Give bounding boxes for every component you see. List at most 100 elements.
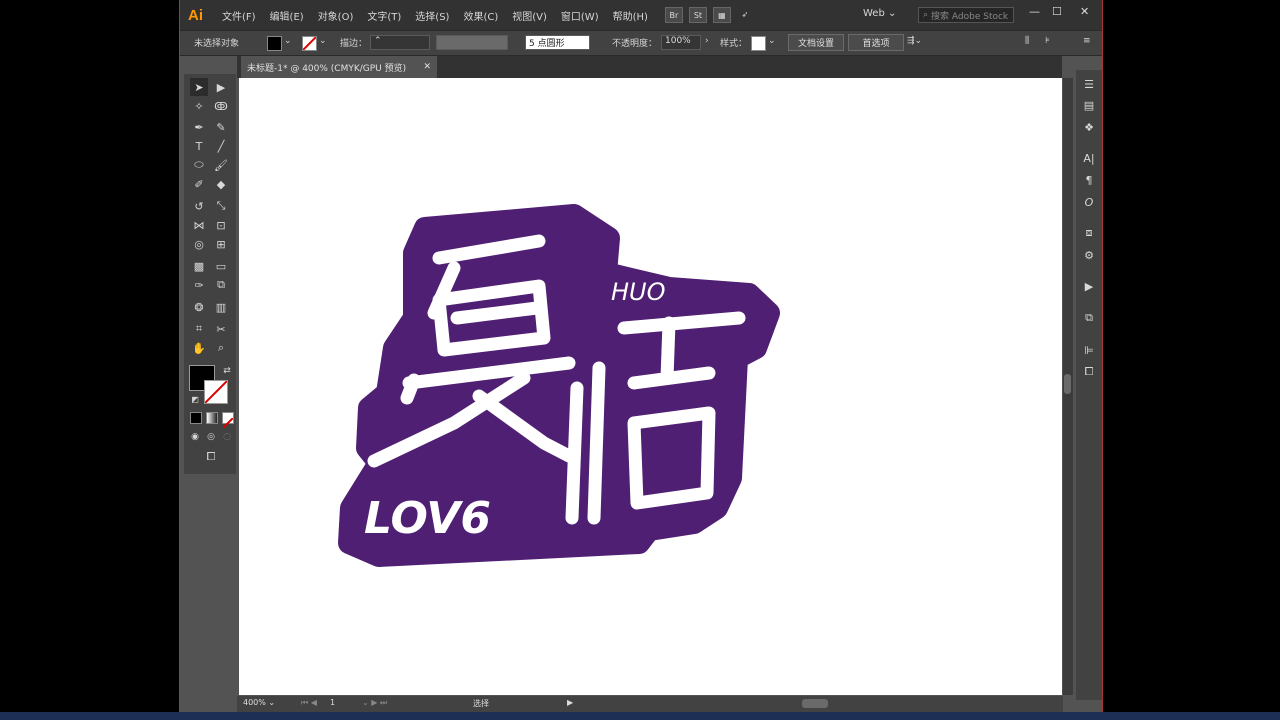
magic-wand-tool-icon[interactable]: ✧ [190, 97, 208, 115]
chevron-down-icon[interactable]: ⌄ [284, 36, 292, 46]
eyedropper-tool-icon[interactable]: ✑ [190, 276, 208, 294]
mesh-tool-icon[interactable]: ▩ [190, 257, 208, 275]
draw-inside-icon[interactable]: ◌ [218, 428, 236, 446]
stroke-color-box[interactable] [204, 380, 228, 404]
hand-tool-icon[interactable]: ✋ [190, 339, 208, 357]
arrange-documents-icon[interactable]: ▦ [712, 7, 731, 23]
menu-edit[interactable]: 编辑(E) [270, 8, 304, 23]
status-menu-arrow[interactable]: ▶ [567, 698, 573, 707]
graphic-style-swatch[interactable] [751, 36, 766, 51]
menu-lines-icon[interactable]: ≡ [1083, 36, 1091, 46]
none-mode-button[interactable] [222, 412, 234, 429]
chevron-down-icon[interactable]: ⌄ [768, 36, 776, 46]
layers-panel-icon[interactable]: ▤ [1080, 97, 1098, 113]
menu-window[interactable]: 窗口(W) [561, 8, 599, 23]
opentype-panel-icon[interactable]: O [1080, 194, 1098, 210]
opacity-label[interactable]: 不透明度： [612, 36, 657, 49]
zoom-tool-icon[interactable]: ⌕ [212, 339, 230, 357]
eraser-tool-icon[interactable]: ◆ [212, 175, 230, 193]
vertical-scrollbar[interactable] [1063, 78, 1073, 695]
character-panel-icon[interactable]: A| [1080, 150, 1098, 166]
shaper-tool-icon[interactable]: ✐ [190, 175, 208, 193]
scrollbar-thumb[interactable] [1064, 374, 1071, 394]
status-bar: 400% ⌄ ⏮ ◀ 1 ⌄ ▶ ⏭ 选择 ▶ [237, 696, 1063, 712]
gpu-rocket-icon[interactable]: ➶ [737, 7, 753, 21]
stroke-weight-field[interactable]: ⌃ [370, 35, 430, 50]
column-graph-tool-icon[interactable]: ▥ [212, 298, 230, 316]
symbol-sprayer-tool-icon[interactable]: ❂ [190, 298, 208, 316]
actions-panel-icon[interactable]: ▶ [1080, 278, 1098, 294]
artboard-nav-next[interactable]: ⌄ ▶ ⏭ [362, 698, 387, 708]
lasso-tool-icon[interactable]: ↂ [212, 97, 230, 115]
image-trace-panel-icon[interactable]: ⧈ [1080, 225, 1098, 241]
document-tab[interactable]: 未标题-1* @ 400% (CMYK/GPU 预览) ✕ [241, 56, 437, 78]
artboard-nav-prev[interactable]: ⏮ ◀ [301, 698, 317, 708]
horizontal-scrollbar-thumb[interactable] [802, 699, 828, 708]
style-label: 样式： [720, 39, 748, 49]
curvature-tool-icon[interactable]: ✎ [212, 118, 230, 136]
free-transform-tool-icon[interactable]: ⊡ [212, 216, 230, 234]
libraries-panel-icon[interactable]: ❖ [1080, 119, 1098, 135]
paragraph-panel-icon[interactable]: ¶ [1080, 172, 1098, 188]
transform-icon[interactable]: ⊧ [1045, 36, 1050, 46]
perspective-grid-tool-icon[interactable]: ⊞ [212, 235, 230, 253]
color-mode-button[interactable] [190, 412, 202, 424]
opacity-field[interactable]: 100% [661, 35, 701, 50]
brush-definition-select[interactable]: 5 点圆形 [525, 35, 590, 50]
stroke-color-swatch[interactable] [302, 36, 317, 51]
default-colors-icon[interactable]: ◩ [186, 390, 204, 408]
arrange-icon[interactable]: ⇶⌄ [907, 36, 922, 46]
appearance-panel-icon[interactable]: ⚙ [1080, 247, 1098, 263]
stroke-label[interactable]: 描边： [340, 36, 367, 49]
align-panel-icon[interactable]: ⊫ [1080, 342, 1098, 358]
menu-view[interactable]: 视图(V) [512, 8, 547, 23]
menu-select[interactable]: 选择(S) [415, 8, 449, 23]
swap-colors-icon[interactable]: ⇄ [218, 362, 236, 380]
align-icon[interactable]: ⫼ [1025, 36, 1029, 46]
blend-tool-icon[interactable]: ⧉ [212, 276, 230, 294]
stock-button[interactable]: St [688, 7, 707, 23]
pathfinder-panel-icon[interactable]: ⧠ [1080, 364, 1098, 380]
paintbrush-tool-icon[interactable]: 🖌 [212, 156, 230, 174]
minimize-button[interactable]: — [1029, 5, 1040, 18]
selection-tool-icon[interactable]: ➤ [190, 78, 208, 96]
fill-color-swatch[interactable] [267, 36, 282, 51]
close-icon[interactable]: ✕ [423, 62, 431, 72]
app-logo: Ai [188, 6, 203, 24]
line-segment-tool-icon[interactable]: ╱ [212, 137, 230, 155]
gradient-tool-icon[interactable]: ▭ [212, 257, 230, 275]
scale-tool-icon[interactable]: ⤡ [212, 197, 230, 215]
menu-file[interactable]: 文件(F) [222, 8, 256, 23]
document-setup-button[interactable]: 文档设置 [788, 34, 844, 51]
search-stock-input[interactable]: ⌕ 搜索 Adobe Stock [918, 7, 1014, 23]
gradient-mode-button[interactable] [206, 412, 218, 424]
menu-help[interactable]: 帮助(H) [613, 8, 648, 23]
menu-object[interactable]: 对象(O) [318, 8, 354, 23]
type-tool-icon[interactable]: T [190, 137, 208, 155]
chevron-down-icon[interactable]: ⌄ [319, 36, 327, 46]
slice-tool-icon[interactable]: ✂ [212, 320, 230, 338]
maximize-button[interactable]: ☐ [1052, 5, 1062, 18]
preferences-button[interactable]: 首选项 [848, 34, 904, 51]
properties-panel-icon[interactable]: ☰ [1080, 76, 1098, 92]
shape-builder-tool-icon[interactable]: ◎ [190, 235, 208, 253]
chevron-right-icon[interactable]: › [705, 36, 709, 46]
search-icon: ⌕ [923, 10, 929, 20]
width-tool-icon[interactable]: ⋈ [190, 216, 208, 234]
bridge-button[interactable]: Br [664, 7, 683, 23]
artboard-number-field[interactable]: 1 [330, 698, 335, 707]
rotate-tool-icon[interactable]: ↺ [190, 197, 208, 215]
menu-effect[interactable]: 效果(C) [463, 8, 498, 23]
artboard-canvas[interactable]: FU HUO LOV6 [239, 78, 1062, 695]
links-panel-icon[interactable]: ⧉ [1080, 310, 1098, 326]
ellipse-tool-icon[interactable]: ⬭ [190, 156, 208, 174]
pen-tool-icon[interactable]: ✒ [190, 118, 208, 136]
close-button[interactable]: ✕ [1080, 5, 1089, 18]
screen-mode-icon[interactable]: ⧠ [202, 448, 220, 466]
artboard-tool-icon[interactable]: ⌗ [190, 320, 208, 338]
menu-type[interactable]: 文字(T) [367, 8, 401, 23]
variable-width-profile[interactable] [436, 35, 508, 50]
direct-selection-tool-icon[interactable]: ▶ [212, 78, 230, 96]
zoom-level-field[interactable]: 400% ⌄ [243, 698, 275, 707]
workspace-switcher[interactable]: Web ⌄ [863, 8, 896, 19]
